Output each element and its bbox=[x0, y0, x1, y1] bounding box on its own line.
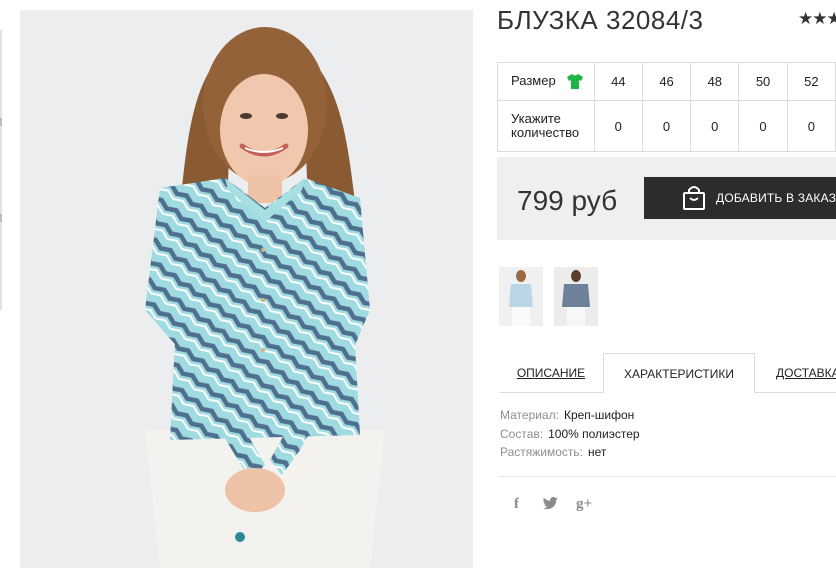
spec-value: 100% полиэстер bbox=[548, 426, 640, 441]
size-cell: 52 bbox=[786, 62, 836, 101]
quantity-header-cell: Укажите количество bbox=[497, 100, 595, 152]
google-plus-icon[interactable]: g+ bbox=[576, 496, 592, 513]
product-price: 799 руб bbox=[517, 185, 618, 216]
product-thumbnail[interactable] bbox=[554, 267, 598, 326]
quantity-input[interactable]: 0 bbox=[786, 100, 836, 152]
size-cell: 50 bbox=[738, 62, 788, 101]
page-left-edge bbox=[0, 30, 2, 310]
product-title: БЛУЗКА 32084/3 bbox=[497, 5, 704, 35]
shopping-bag-icon bbox=[683, 186, 705, 210]
quantity-row: Укажите количество 0 0 0 0 0 bbox=[497, 100, 836, 152]
characteristics-list: Материал: Креп-шифон Состав: 100% полиэсте… bbox=[500, 408, 640, 464]
quantity-input[interactable]: 0 bbox=[690, 100, 740, 152]
spec-row: Материал: Креп-шифон bbox=[500, 408, 640, 427]
quantity-input[interactable]: 0 bbox=[593, 100, 643, 152]
add-to-order-button[interactable]: ДОБАВИТЬ В ЗАКАЗ bbox=[644, 177, 836, 219]
size-cell: 46 bbox=[641, 62, 692, 101]
spec-row: Состав: 100% полиэстер bbox=[500, 427, 640, 446]
facebook-icon[interactable]: f bbox=[514, 496, 519, 513]
price-bar: 799 руб ДОБАВИТЬ В ЗАКАЗ bbox=[497, 157, 836, 240]
tab-characteristics[interactable]: ХАРАКТЕРИСТИКИ bbox=[603, 353, 755, 394]
size-label: Размер bbox=[511, 72, 556, 88]
model-photo-illustration bbox=[145, 27, 385, 568]
divider bbox=[499, 476, 836, 477]
twitter-bird-icon bbox=[543, 497, 558, 509]
thumbnail-image bbox=[554, 267, 598, 326]
tab-delivery[interactable]: ДОСТАВКА И bbox=[755, 353, 836, 393]
tab-description[interactable]: ОПИСАНИЕ bbox=[499, 353, 603, 393]
add-to-order-label: ДОБАВИТЬ В ЗАКАЗ bbox=[716, 191, 836, 205]
product-thumbnail[interactable] bbox=[499, 267, 543, 326]
size-cell: 44 bbox=[593, 62, 643, 101]
spec-key: Состав: bbox=[500, 426, 544, 441]
edge-mark bbox=[0, 214, 2, 222]
quantity-input[interactable]: 0 bbox=[738, 100, 788, 152]
rating-stars[interactable]: ★★★ bbox=[798, 9, 836, 29]
quantity-label-line1: Укажите bbox=[511, 111, 561, 126]
spec-row: Растяжимость: нет bbox=[500, 445, 640, 464]
size-quantity-table: Размер 44 46 48 50 52 Укажите количество… bbox=[497, 62, 836, 152]
edge-mark bbox=[0, 118, 2, 126]
spec-value: Креп-шифон bbox=[563, 408, 635, 422]
size-cell: 48 bbox=[690, 62, 740, 101]
spec-value: нет bbox=[588, 445, 607, 459]
quantity-input[interactable]: 0 bbox=[641, 100, 692, 152]
thumbnail-image bbox=[499, 267, 543, 326]
spec-key: Материал: bbox=[500, 408, 559, 422]
size-row: Размер 44 46 48 50 52 bbox=[497, 62, 836, 101]
twitter-icon[interactable] bbox=[543, 496, 558, 512]
product-main-image[interactable] bbox=[20, 10, 473, 568]
product-tabs: ОПИСАНИЕ ХАРАКТЕРИСТИКИ ДОСТАВКА И bbox=[499, 353, 836, 394]
size-header-cell: Размер bbox=[497, 62, 595, 101]
quantity-label-line2: количество bbox=[511, 125, 580, 140]
spec-key: Растяжимость: bbox=[500, 445, 584, 459]
size-chart-shirt-icon[interactable] bbox=[567, 74, 584, 90]
